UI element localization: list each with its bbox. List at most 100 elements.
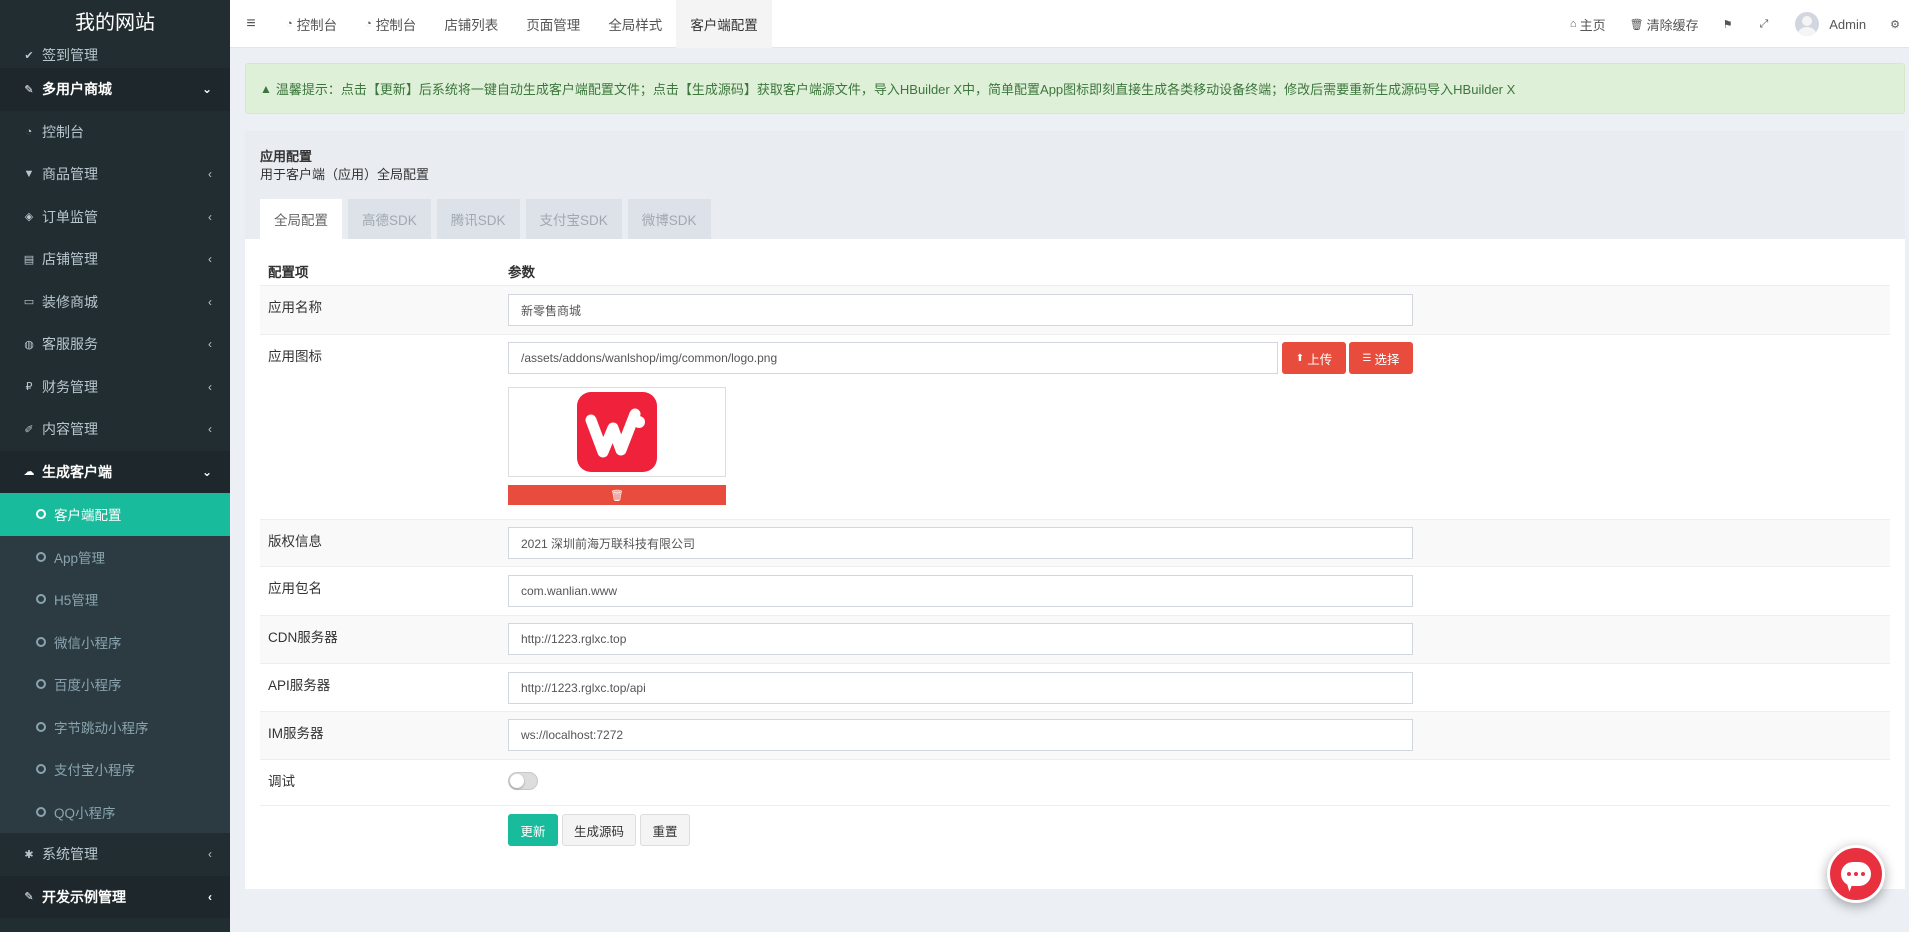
sidebar-item-wechat[interactable]: 微信小程序 xyxy=(0,620,230,663)
chevron-left-icon: ‹ xyxy=(208,889,212,904)
user-menu[interactable]: Admin xyxy=(1783,0,1878,48)
sidebar-menu: ✔ 签到管理 ✎ 多用户商城 ⌄ ◔ 控制台 ▼ 商品管理 ‹ ◈ 订单监管 ‹ xyxy=(0,34,230,918)
upload-button[interactable]: ⬆ 上传 xyxy=(1282,342,1346,374)
sidebar-item-multi-mall[interactable]: ✎ 多用户商城 ⌄ xyxy=(0,68,230,111)
magic-wand-icon: ✎ xyxy=(24,83,34,96)
settings-button[interactable]: ⚙ xyxy=(1878,0,1909,48)
update-button[interactable]: 更新 xyxy=(508,814,558,846)
store-icon: ▤ xyxy=(23,253,35,266)
sidebar-item-client-config[interactable]: 客户端配置 xyxy=(0,493,230,536)
icon-preview xyxy=(508,387,726,477)
generate-source-button[interactable]: 生成源码 xyxy=(562,814,636,846)
field-label: IM服务器 xyxy=(268,726,324,741)
sidebar-item-label: 多用户商城 xyxy=(42,81,112,98)
chevron-left-icon: ‹ xyxy=(208,847,212,862)
w-logo-icon xyxy=(585,408,645,458)
sidebar-item-label: 商品管理 xyxy=(42,166,98,183)
field-label: API服务器 xyxy=(268,678,331,693)
table-row: 应用包名 com.wanlian.www xyxy=(260,566,1890,615)
tab-page-management[interactable]: 页面管理 xyxy=(512,0,594,48)
chat-button[interactable] xyxy=(1827,845,1885,903)
sidebar-item-dev-examples[interactable]: ✎ 开发示例管理 ‹ xyxy=(0,875,230,918)
toggle-knob xyxy=(510,774,524,788)
gear-icon: ✱ xyxy=(24,848,34,861)
app-name-input[interactable]: 新零售商城 xyxy=(508,294,1413,326)
tab-amap-sdk[interactable]: 高德SDK xyxy=(348,199,431,239)
chevron-left-icon: ‹ xyxy=(208,252,212,267)
tab-tencent-sdk[interactable]: 腾讯SDK xyxy=(436,199,520,239)
fullscreen-button[interactable]: ⤢ xyxy=(1747,0,1783,48)
tab-store-list[interactable]: 店铺列表 xyxy=(430,0,512,48)
tab-client-config[interactable]: 客户端配置 xyxy=(676,0,772,48)
list-icon: ☰ xyxy=(1362,352,1372,364)
clear-cache-label: 清除缓存 xyxy=(1646,17,1699,33)
copyright-input[interactable]: 2021 深圳前海万联科技有限公司 xyxy=(508,527,1413,559)
tab-global-config[interactable]: 全局配置 xyxy=(260,199,342,239)
check-icon: ✔ xyxy=(24,49,34,62)
sidebar-item-system[interactable]: ✱ 系统管理 ‹ xyxy=(0,833,230,876)
gears-icon: ⚙ xyxy=(1890,18,1900,31)
sidebar-item-service[interactable]: ◍ 客服服务 ‹ xyxy=(0,323,230,366)
panel-subtitle: 用于客户端（应用）全局配置 xyxy=(260,167,430,182)
home-link[interactable]: ⌂ 主页 xyxy=(1558,0,1618,48)
circle-icon xyxy=(36,636,46,647)
sidebar-item-qq[interactable]: QQ小程序 xyxy=(0,790,230,833)
dashboard-icon: ◔ xyxy=(25,125,33,138)
sidebar-item-bytedance[interactable]: 字节跳动小程序 xyxy=(0,705,230,748)
chevron-left-icon: ‹ xyxy=(208,337,212,352)
tab-label: 全局样式 xyxy=(608,17,663,33)
tab-dashboard[interactable]: ◔ 控制台 xyxy=(272,0,351,48)
sidebar-item-h5[interactable]: H5管理 xyxy=(0,578,230,621)
avatar xyxy=(1795,12,1820,36)
api-server-input[interactable]: http://1223.rglxc.top/api xyxy=(508,672,1413,704)
tab-dashboard-2[interactable]: ◔ 控制台 xyxy=(351,0,430,48)
sidebar-item-label: 客户端配置 xyxy=(54,508,122,524)
im-server-input[interactable]: ws://localhost:7272 xyxy=(508,719,1413,751)
package-name-input[interactable]: com.wanlian.www xyxy=(508,575,1413,607)
sidebar-item-orders[interactable]: ◈ 订单监管 ‹ xyxy=(0,196,230,239)
home-label: 主页 xyxy=(1579,17,1606,33)
debug-toggle[interactable] xyxy=(508,772,538,790)
clear-cache-button[interactable]: 🗑 清除缓存 xyxy=(1618,0,1711,48)
sidebar-item-label: 财务管理 xyxy=(42,378,98,395)
site-logo[interactable]: 我的网站 xyxy=(0,0,230,48)
reset-button[interactable]: 重置 xyxy=(640,814,690,846)
magic-wand-icon: ✎ xyxy=(24,891,34,904)
sidebar-item-label: 微信小程序 xyxy=(54,635,122,651)
sidebar-item-baidu[interactable]: 百度小程序 xyxy=(0,663,230,706)
app-icon-input[interactable]: /assets/addons/wanlshop/img/common/logo.… xyxy=(508,342,1278,374)
sidebar-item-stores[interactable]: ▤ 店铺管理 ‹ xyxy=(0,238,230,281)
table-row-actions: 更新 生成源码 重置 xyxy=(260,805,1890,855)
panel-title: 应用配置 xyxy=(260,149,313,164)
sidebar-item-label: 内容管理 xyxy=(42,421,98,438)
field-label: 调试 xyxy=(268,774,295,789)
app-logo-image xyxy=(577,392,657,472)
sidebar-item-goods[interactable]: ▼ 商品管理 ‹ xyxy=(0,153,230,196)
sidebar-item-content[interactable]: ✐ 内容管理 ‹ xyxy=(0,408,230,451)
sidebar-item-finance[interactable]: ₽ 财务管理 ‹ xyxy=(0,366,230,409)
delete-icon-button[interactable]: 🗑 xyxy=(508,485,726,505)
select-button[interactable]: ☰ 选择 xyxy=(1349,342,1413,374)
tab-alipay-sdk[interactable]: 支付宝SDK xyxy=(525,199,622,239)
sidebar-item-generate-client[interactable]: ☁ 生成客户端 ⌄ xyxy=(0,450,230,493)
sidebar-item-app[interactable]: App管理 xyxy=(0,535,230,578)
sidebar-item-decoration[interactable]: ▭ 装修商城 ‹ xyxy=(0,281,230,324)
trash-icon: 🗑 xyxy=(610,489,624,502)
top-navbar: ≡ ◔ 控制台 ◔ 控制台 店铺列表 页面管理 全局样式 客户端配置 ⌂ 主页 … xyxy=(230,0,1909,48)
alert-text: 温馨提示：点击【更新】后系统将一键自动生成客户端配置文件；点击【生成源码】获取客… xyxy=(275,82,1516,97)
sidebar-item-label: 控制台 xyxy=(42,123,84,140)
sidebar-item-dashboard[interactable]: ◔ 控制台 xyxy=(0,111,230,154)
table-row: 应用名称 新零售商城 xyxy=(260,285,1890,334)
sidebar-item-alipay[interactable]: 支付宝小程序 xyxy=(0,748,230,791)
column-header-value: 参数 xyxy=(508,265,535,280)
tab-weibo-sdk[interactable]: 微博SDK xyxy=(627,199,711,239)
circle-icon xyxy=(36,806,46,817)
table-header: 配置项 参数 xyxy=(260,247,1890,285)
language-button[interactable]: ⚑ xyxy=(1711,0,1748,48)
fullscreen-icon: ⤢ xyxy=(1759,17,1769,30)
tab-global-style[interactable]: 全局样式 xyxy=(594,0,676,48)
language-icon: ⚑ xyxy=(1722,18,1733,31)
menu-toggle-icon[interactable]: ≡ xyxy=(230,0,272,48)
cdn-server-input[interactable]: http://1223.rglxc.top xyxy=(508,623,1413,655)
sidebar-item-label: App管理 xyxy=(54,550,106,566)
